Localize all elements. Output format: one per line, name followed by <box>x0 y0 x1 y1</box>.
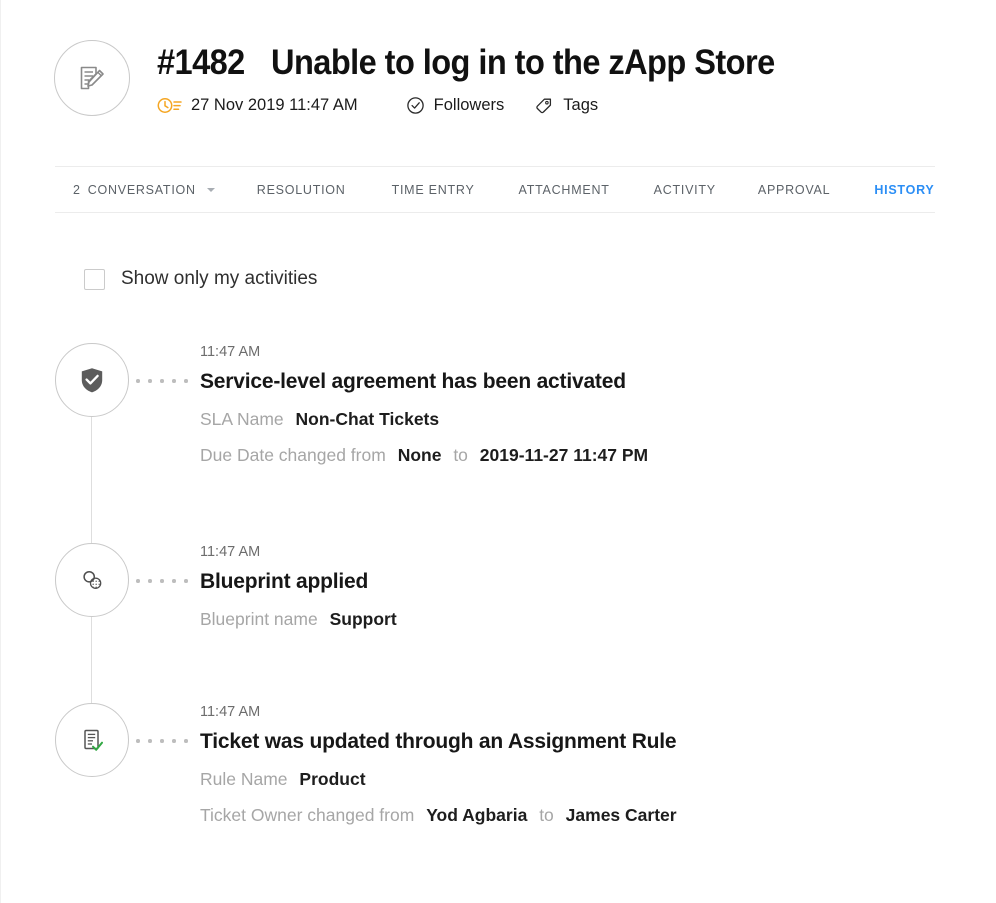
detail-text: Blueprint name <box>200 609 318 629</box>
document-pencil-icon <box>75 61 109 95</box>
detail-text: to <box>539 805 554 825</box>
timeline-node <box>55 343 129 417</box>
ticket-meta: 27 Nov 2019 11:47 AM Followers Tags <box>157 96 813 115</box>
tab-history[interactable]: HISTORY <box>874 183 934 197</box>
tab-time-entry[interactable]: TIME ENTRY <box>392 183 475 197</box>
timeline-connector-dots <box>136 379 196 383</box>
timeline-time: 11:47 AM <box>200 344 261 360</box>
tab-attachment-label: ATTACHMENT <box>518 182 610 197</box>
timeline-time: 11:47 AM <box>200 544 261 560</box>
ticket-header: #1482 Unable to log in to the zApp Store <box>0 0 996 116</box>
tab-conversation-label: CONVERSATION <box>87 182 196 197</box>
show-only-my-activities-label: Show only my activities <box>121 268 318 289</box>
detail-value-old: Yod Agbaria <box>426 805 528 825</box>
blueprint-circles-icon <box>77 565 107 595</box>
detail-value: Support <box>329 609 397 629</box>
timeline-title: Ticket was updated through an Assignment… <box>200 730 677 753</box>
page-title: #1482 Unable to log in to the zApp Store <box>157 42 813 84</box>
detail-text: Rule Name <box>200 769 288 789</box>
tab-conversation-count: 2 <box>73 182 81 197</box>
detail-text: SLA Name <box>200 409 284 429</box>
tags-button[interactable]: Tags <box>534 96 598 115</box>
tab-activity[interactable]: ACTIVITY <box>654 183 716 197</box>
tab-activity-label: ACTIVITY <box>653 182 716 197</box>
timeline-entry: 11:47 AM Service-level agreement has bee… <box>0 343 996 543</box>
activities-filter: Show only my activities <box>84 268 317 290</box>
check-circle-icon <box>406 96 425 115</box>
shield-check-icon <box>77 365 107 395</box>
tab-conversation[interactable]: 2 CONVERSATION <box>73 183 215 197</box>
tab-approval-label: APPROVAL <box>757 182 831 197</box>
timeline-title: Service-level agreement has been activat… <box>200 370 626 393</box>
tags-label: Tags <box>563 96 599 114</box>
show-only-my-activities-checkbox[interactable] <box>84 268 105 290</box>
timeline-connector-dots <box>136 579 196 583</box>
timeline-detail: SLA Name Non-Chat Tickets <box>200 407 648 431</box>
ticket-tabbar: 2 CONVERSATION RESOLUTION TIME ENTRY ATT… <box>55 166 935 213</box>
timeline-title: Blueprint applied <box>200 570 369 593</box>
tab-approval[interactable]: APPROVAL <box>758 183 830 197</box>
timeline-entry: 11:47 AM Blueprint applied Blueprint nam… <box>0 543 996 703</box>
tab-attachment[interactable]: ATTACHMENT <box>519 183 610 197</box>
document-check-icon <box>77 725 107 755</box>
ticket-timestamp: 27 Nov 2019 11:47 AM <box>191 96 358 114</box>
detail-text: Due Date changed from <box>200 445 386 465</box>
detail-value: Product <box>299 769 366 789</box>
timeline-detail: Blueprint name Support <box>200 607 397 631</box>
timeline-node <box>55 543 129 617</box>
tab-resolution-label: RESOLUTION <box>256 182 346 197</box>
followers-label: Followers <box>433 96 505 114</box>
timeline-connector-dots <box>136 739 196 743</box>
timeline-rail <box>91 617 92 703</box>
ticket-avatar <box>54 40 130 116</box>
tab-resolution[interactable]: RESOLUTION <box>257 183 346 197</box>
timeline-detail: Ticket Owner changed from Yod Agbaria to… <box>200 803 677 827</box>
ticket-title: Unable to log in to the zApp Store <box>271 43 775 82</box>
timeline-rail <box>91 417 92 543</box>
followers-button[interactable]: Followers <box>406 96 505 115</box>
tag-icon <box>534 96 554 115</box>
detail-value: Non-Chat Tickets <box>295 409 440 429</box>
clock-list-icon <box>157 97 182 114</box>
history-timeline: 11:47 AM Service-level agreement has bee… <box>0 343 996 827</box>
tab-time-entry-label: TIME ENTRY <box>391 182 475 197</box>
chevron-down-icon[interactable] <box>206 187 215 192</box>
detail-text: to <box>453 445 468 465</box>
timeline-detail: Due Date changed from None to 2019-11-27… <box>200 443 648 467</box>
timeline-entry: 11:47 AM Ticket was updated through an A… <box>0 703 996 827</box>
detail-text: Ticket Owner changed from <box>200 805 415 825</box>
tab-history-label: HISTORY <box>874 182 935 197</box>
timeline-time: 11:47 AM <box>200 704 261 720</box>
detail-value-new: 2019-11-27 11:47 PM <box>479 445 649 465</box>
timeline-node <box>55 703 129 777</box>
detail-value-new: James Carter <box>565 805 677 825</box>
timestamp-item: 27 Nov 2019 11:47 AM <box>157 96 358 115</box>
timeline-detail: Rule Name Product <box>200 767 677 791</box>
detail-value-old: None <box>397 445 442 465</box>
ticket-number: #1482 <box>157 43 245 82</box>
